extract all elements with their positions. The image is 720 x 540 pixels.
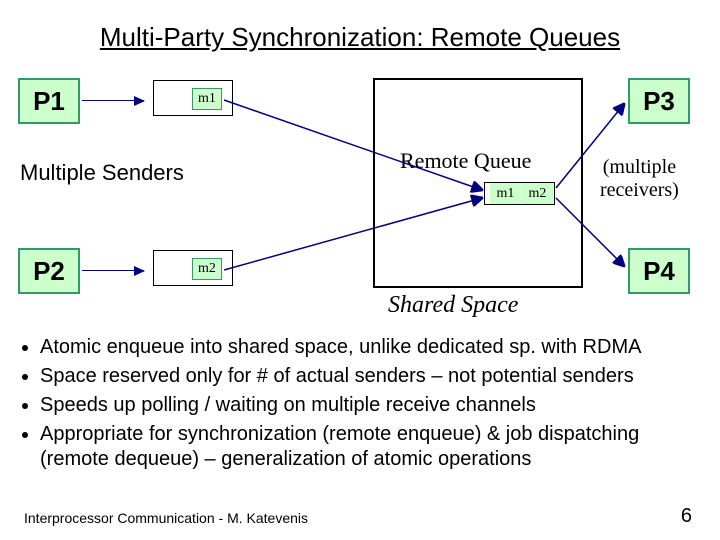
bullet-item: Speeds up polling / waiting on multiple … xyxy=(40,393,702,418)
arrow-m1-to-queue xyxy=(224,100,482,190)
diagram-arrows xyxy=(0,0,720,330)
bullet-item: Atomic enqueue into shared space, unlike… xyxy=(40,335,702,360)
footer-author: Interprocessor Communication - M. Kateve… xyxy=(24,510,308,526)
arrow-queue-to-p3 xyxy=(556,104,624,188)
bullet-item: Appropriate for synchronization (remote … xyxy=(40,422,702,472)
bullet-item: Space reserved only for # of actual send… xyxy=(40,364,702,389)
arrow-queue-to-p4 xyxy=(556,198,624,266)
bullet-list: Atomic enqueue into shared space, unlike… xyxy=(18,335,702,476)
footer-page-number: 6 xyxy=(681,505,692,528)
arrow-m2-to-queue xyxy=(224,198,482,270)
